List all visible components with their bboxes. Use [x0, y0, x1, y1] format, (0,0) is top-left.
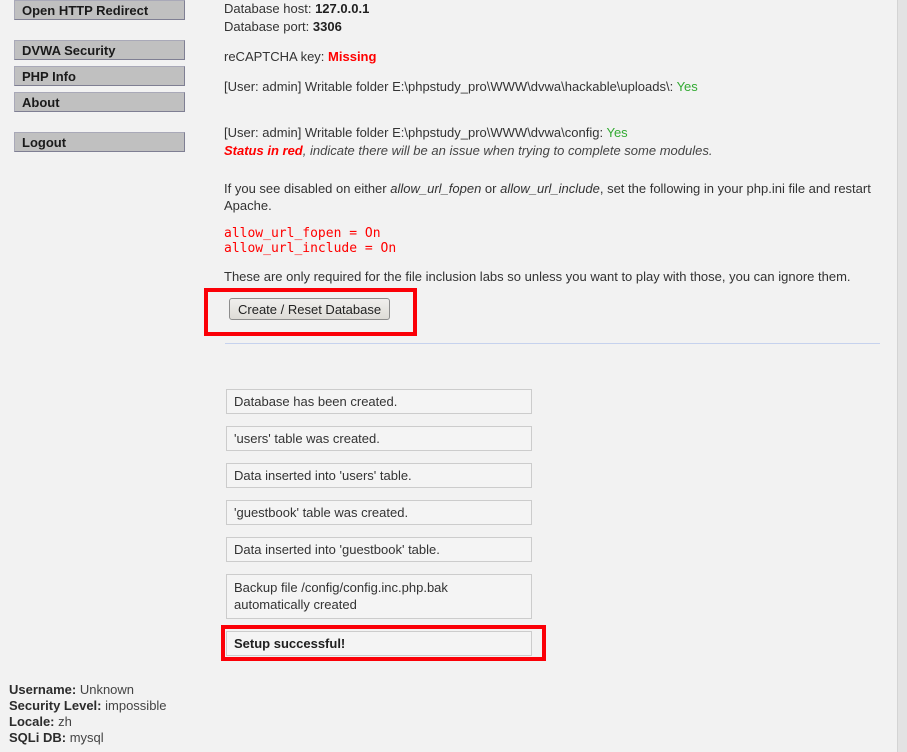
status-username-row: Username: Unknown	[9, 682, 167, 698]
status-locale-value: zh	[58, 714, 72, 729]
sidebar-group-redirect: Open HTTP Redirect	[0, 0, 200, 20]
section-divider	[225, 343, 880, 344]
recaptcha-row: reCAPTCHA key: Missing	[224, 48, 884, 66]
db-port-value: 3306	[312, 19, 342, 34]
recaptcha-status-badge: Missing	[328, 49, 377, 64]
sidebar-navigation: Open HTTP Redirect DVWA Security PHP Inf…	[0, 0, 200, 752]
status-security-level-label: Security Level:	[9, 698, 102, 713]
recaptcha-label: reCAPTCHA key:	[224, 49, 325, 64]
sidebar-item-about[interactable]: About	[14, 92, 185, 112]
status-red-rest: , indicate there will be an issue when t…	[302, 143, 713, 158]
writable-uploads-row: [User: admin] Writable folder E:\phpstud…	[224, 78, 884, 96]
setup-message-item: 'guestbook' table was created.	[226, 500, 532, 525]
writable-config-status-badge: Yes	[606, 125, 628, 140]
status-security-level-value: impossible	[105, 698, 167, 713]
db-host-value: 127.0.0.1	[315, 1, 370, 16]
status-username-label: Username:	[9, 682, 77, 697]
setup-message-item: Backup file /config/config.inc.php.bak a…	[226, 574, 532, 619]
dvwa-setup-page: Open HTTP Redirect DVWA Security PHP Inf…	[0, 0, 907, 752]
status-sqli-db-value: mysql	[69, 730, 104, 745]
status-red-note: Status in red, indicate there will be an…	[224, 142, 884, 160]
setup-message-item: Database has been created.	[226, 389, 532, 414]
writable-uploads-status-badge: Yes	[676, 79, 698, 94]
db-port-label: Database port:	[224, 19, 310, 34]
php-ini-code-line-1: allow_url_fopen = On	[224, 226, 381, 241]
php-ini-note-fopen: allow_url_fopen	[390, 181, 482, 196]
sidebar-group-main: DVWA Security PHP Info About	[0, 40, 200, 112]
sidebar-item-php-info[interactable]: PHP Info	[14, 66, 185, 86]
php-ini-note-pre: If you see disabled on either	[224, 181, 391, 196]
writable-config-row: [User: admin] Writable folder E:\phpstud…	[224, 124, 884, 142]
db-host-row: Database host: 127.0.0.1	[224, 0, 884, 18]
php-ini-note-include: allow_url_include	[500, 181, 600, 196]
php-ini-code-line-2: allow_url_include = On	[224, 241, 397, 256]
writable-config-label: [User: admin] Writable folder E:\phpstud…	[224, 125, 604, 140]
setup-result-messages: Database has been created. 'users' table …	[221, 389, 546, 661]
setup-message-item: Data inserted into 'guestbook' table.	[226, 537, 532, 562]
sidebar-item-dvwa-security[interactable]: DVWA Security	[14, 40, 185, 60]
setup-main-content: Database host: 127.0.0.1 Database port: …	[204, 0, 884, 752]
php-ini-note-mid: or	[481, 181, 501, 196]
setup-success-highlight-box	[221, 625, 546, 661]
status-username-value: Unknown	[79, 682, 135, 697]
status-sqli-db-label: SQLi DB:	[9, 730, 67, 745]
sidebar-group-session: Logout	[0, 132, 200, 152]
setup-message-item: Data inserted into 'users' table.	[226, 463, 532, 488]
status-red-emphasis: Status in red	[224, 143, 303, 158]
setup-success-wrapper: Setup successful!	[221, 625, 546, 661]
setup-message-item: 'users' table was created.	[226, 426, 532, 451]
sidebar-item-open-http-redirect[interactable]: Open HTTP Redirect	[14, 0, 185, 20]
session-status-footer: Username: Unknown Security Level: imposs…	[9, 682, 167, 746]
status-security-level-row: Security Level: impossible	[9, 698, 167, 714]
db-port-row: Database port: 3306	[224, 18, 884, 36]
create-reset-database-button[interactable]: Create / Reset Database	[229, 298, 391, 320]
db-host-label: Database host:	[224, 1, 312, 16]
status-locale-row: Locale: zh	[9, 714, 167, 730]
file-inclusion-note: These are only required for the file inc…	[224, 269, 851, 284]
writable-uploads-label: [User: admin] Writable folder E:\phpstud…	[224, 79, 674, 94]
page-right-gutter	[897, 0, 907, 752]
sidebar-item-logout[interactable]: Logout	[14, 132, 185, 152]
status-sqli-db-row: SQLi DB: mysql	[9, 730, 167, 746]
status-locale-label: Locale:	[9, 714, 55, 729]
php-ini-instruction: If you see disabled on either allow_url_…	[224, 180, 880, 214]
